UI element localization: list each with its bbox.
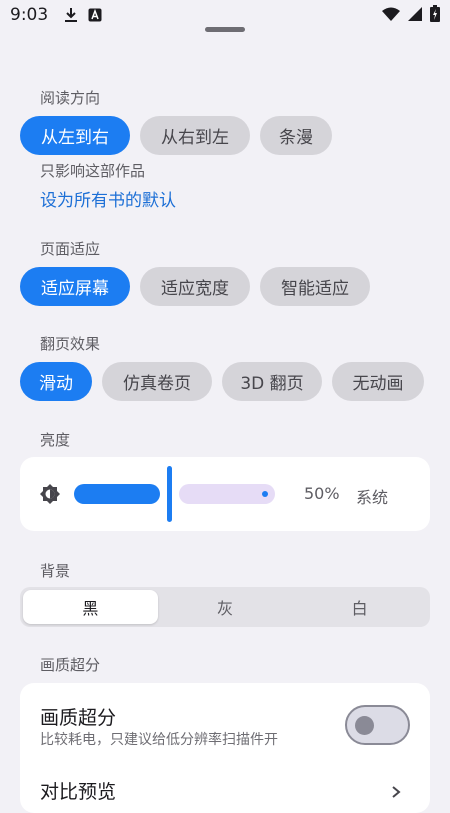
- super-resolution-section-label: 画质超分: [40, 656, 101, 674]
- chip-slide[interactable]: 滑动: [20, 362, 92, 401]
- toggle-knob: [355, 716, 374, 735]
- sheet-drag-handle[interactable]: [205, 27, 245, 32]
- segment-gray[interactable]: 灰: [158, 590, 293, 624]
- status-time: 9:03: [10, 5, 49, 25]
- chip-fit-width[interactable]: 适应宽度: [140, 267, 250, 306]
- chip-left-to-right[interactable]: 从左到右: [20, 116, 130, 155]
- signal-icon: [408, 6, 422, 25]
- battery-icon: [430, 4, 440, 26]
- chip-3d-flip[interactable]: 3D 翻页: [222, 362, 322, 401]
- page-fit-options: 适应屏幕 适应宽度 智能适应: [20, 267, 370, 306]
- brightness-value: 50%: [304, 484, 340, 503]
- brightness-slider-thumb[interactable]: [167, 466, 172, 522]
- background-segmented-control: 黑 灰 白: [20, 587, 430, 627]
- chip-page-curl[interactable]: 仿真卷页: [102, 362, 212, 401]
- brightness-label: 亮度: [40, 431, 71, 449]
- scope-note: 只影响这部作品: [40, 162, 146, 180]
- brightness-slider-active-track[interactable]: [74, 484, 160, 504]
- reading-direction-label: 阅读方向: [40, 89, 101, 107]
- page-fit-label: 页面适应: [40, 240, 101, 258]
- status-bar: 9:03: [0, 0, 450, 30]
- set-default-link[interactable]: 设为所有书的默认: [40, 186, 176, 211]
- chip-webtoon[interactable]: 条漫: [260, 116, 332, 155]
- segment-white[interactable]: 白: [292, 590, 427, 624]
- brightness-slider-inactive-track[interactable]: [179, 484, 275, 504]
- wifi-icon: [382, 6, 400, 25]
- chip-right-to-left[interactable]: 从右到左: [140, 116, 250, 155]
- background-label: 背景: [40, 562, 71, 580]
- brightness-system-button[interactable]: 系统: [356, 484, 388, 508]
- page-turn-options: 滑动 仿真卷页 3D 翻页 无动画: [20, 362, 424, 401]
- download-icon: [64, 7, 78, 23]
- super-resolution-title: 画质超分: [40, 707, 117, 729]
- super-resolution-description: 比较耗电，只建议给低分辨率扫描件开: [40, 732, 278, 748]
- chip-fit-screen[interactable]: 适应屏幕: [20, 267, 130, 306]
- chevron-right-icon: [390, 783, 402, 798]
- page-turn-label: 翻页效果: [40, 335, 101, 353]
- chip-smart-fit[interactable]: 智能适应: [260, 267, 370, 306]
- segment-black[interactable]: 黑: [23, 590, 158, 624]
- brightness-icon: [40, 484, 60, 504]
- super-resolution-toggle[interactable]: [345, 705, 410, 745]
- super-resolution-card: 画质超分 比较耗电，只建议给低分辨率扫描件开 对比预览: [20, 683, 430, 813]
- reading-direction-options: 从左到右 从右到左 条漫: [20, 116, 332, 155]
- chip-no-animation[interactable]: 无动画: [332, 362, 424, 401]
- text-icon: [88, 7, 102, 23]
- brightness-slider-stop-dot: [262, 491, 268, 497]
- brightness-card: 50% 系统: [20, 457, 430, 531]
